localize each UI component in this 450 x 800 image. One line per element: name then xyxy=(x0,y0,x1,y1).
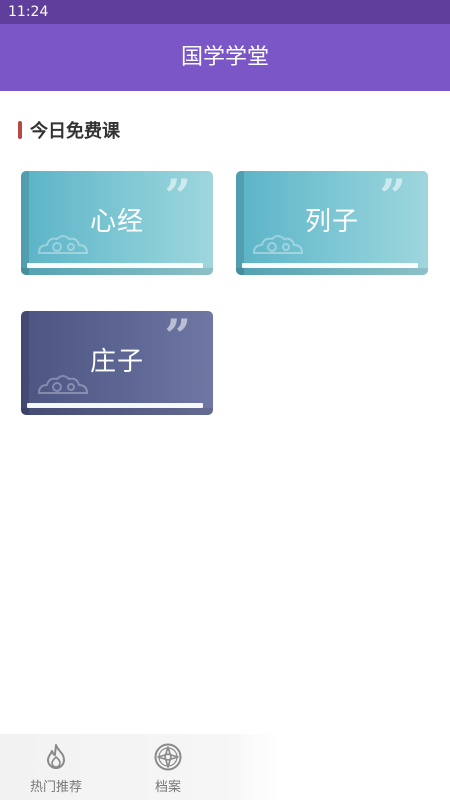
nav-item-hot[interactable]: 热门推荐 xyxy=(11,742,101,795)
status-bar: 11:24 xyxy=(0,0,450,24)
book-base xyxy=(236,268,428,275)
status-time: 11:24 xyxy=(8,4,49,20)
page-title: 国学学堂 xyxy=(180,45,269,70)
nav-label-archive: 档案 xyxy=(154,780,181,795)
nav-label-hot: 热门推荐 xyxy=(29,780,82,795)
compass-icon xyxy=(154,743,182,771)
bottom-nav: 热门推荐 档案 xyxy=(0,734,450,800)
app-screen: 11:24 国学学堂 今日免费课 ” 心经 ” 列子 ” 庄子 热门推荐 档案 xyxy=(0,0,450,800)
course-card-zhuangzi[interactable]: ” 庄子 xyxy=(21,311,213,415)
book-base xyxy=(21,268,213,275)
course-title: 心经 xyxy=(89,207,144,237)
course-title: 庄子 xyxy=(89,347,144,377)
flame-icon xyxy=(47,744,65,769)
section-header: 今日免费课 xyxy=(18,118,120,142)
section-title: 今日免费课 xyxy=(30,121,120,142)
section-accent-bar xyxy=(18,121,22,139)
book-base xyxy=(21,408,213,415)
course-title: 列子 xyxy=(304,207,359,237)
course-card-liezi[interactable]: ” 列子 xyxy=(236,171,428,275)
app-bar: 国学学堂 xyxy=(0,24,450,91)
nav-item-archive[interactable]: 档案 xyxy=(123,742,213,795)
course-card-xinjing[interactable]: ” 心经 xyxy=(21,171,213,275)
